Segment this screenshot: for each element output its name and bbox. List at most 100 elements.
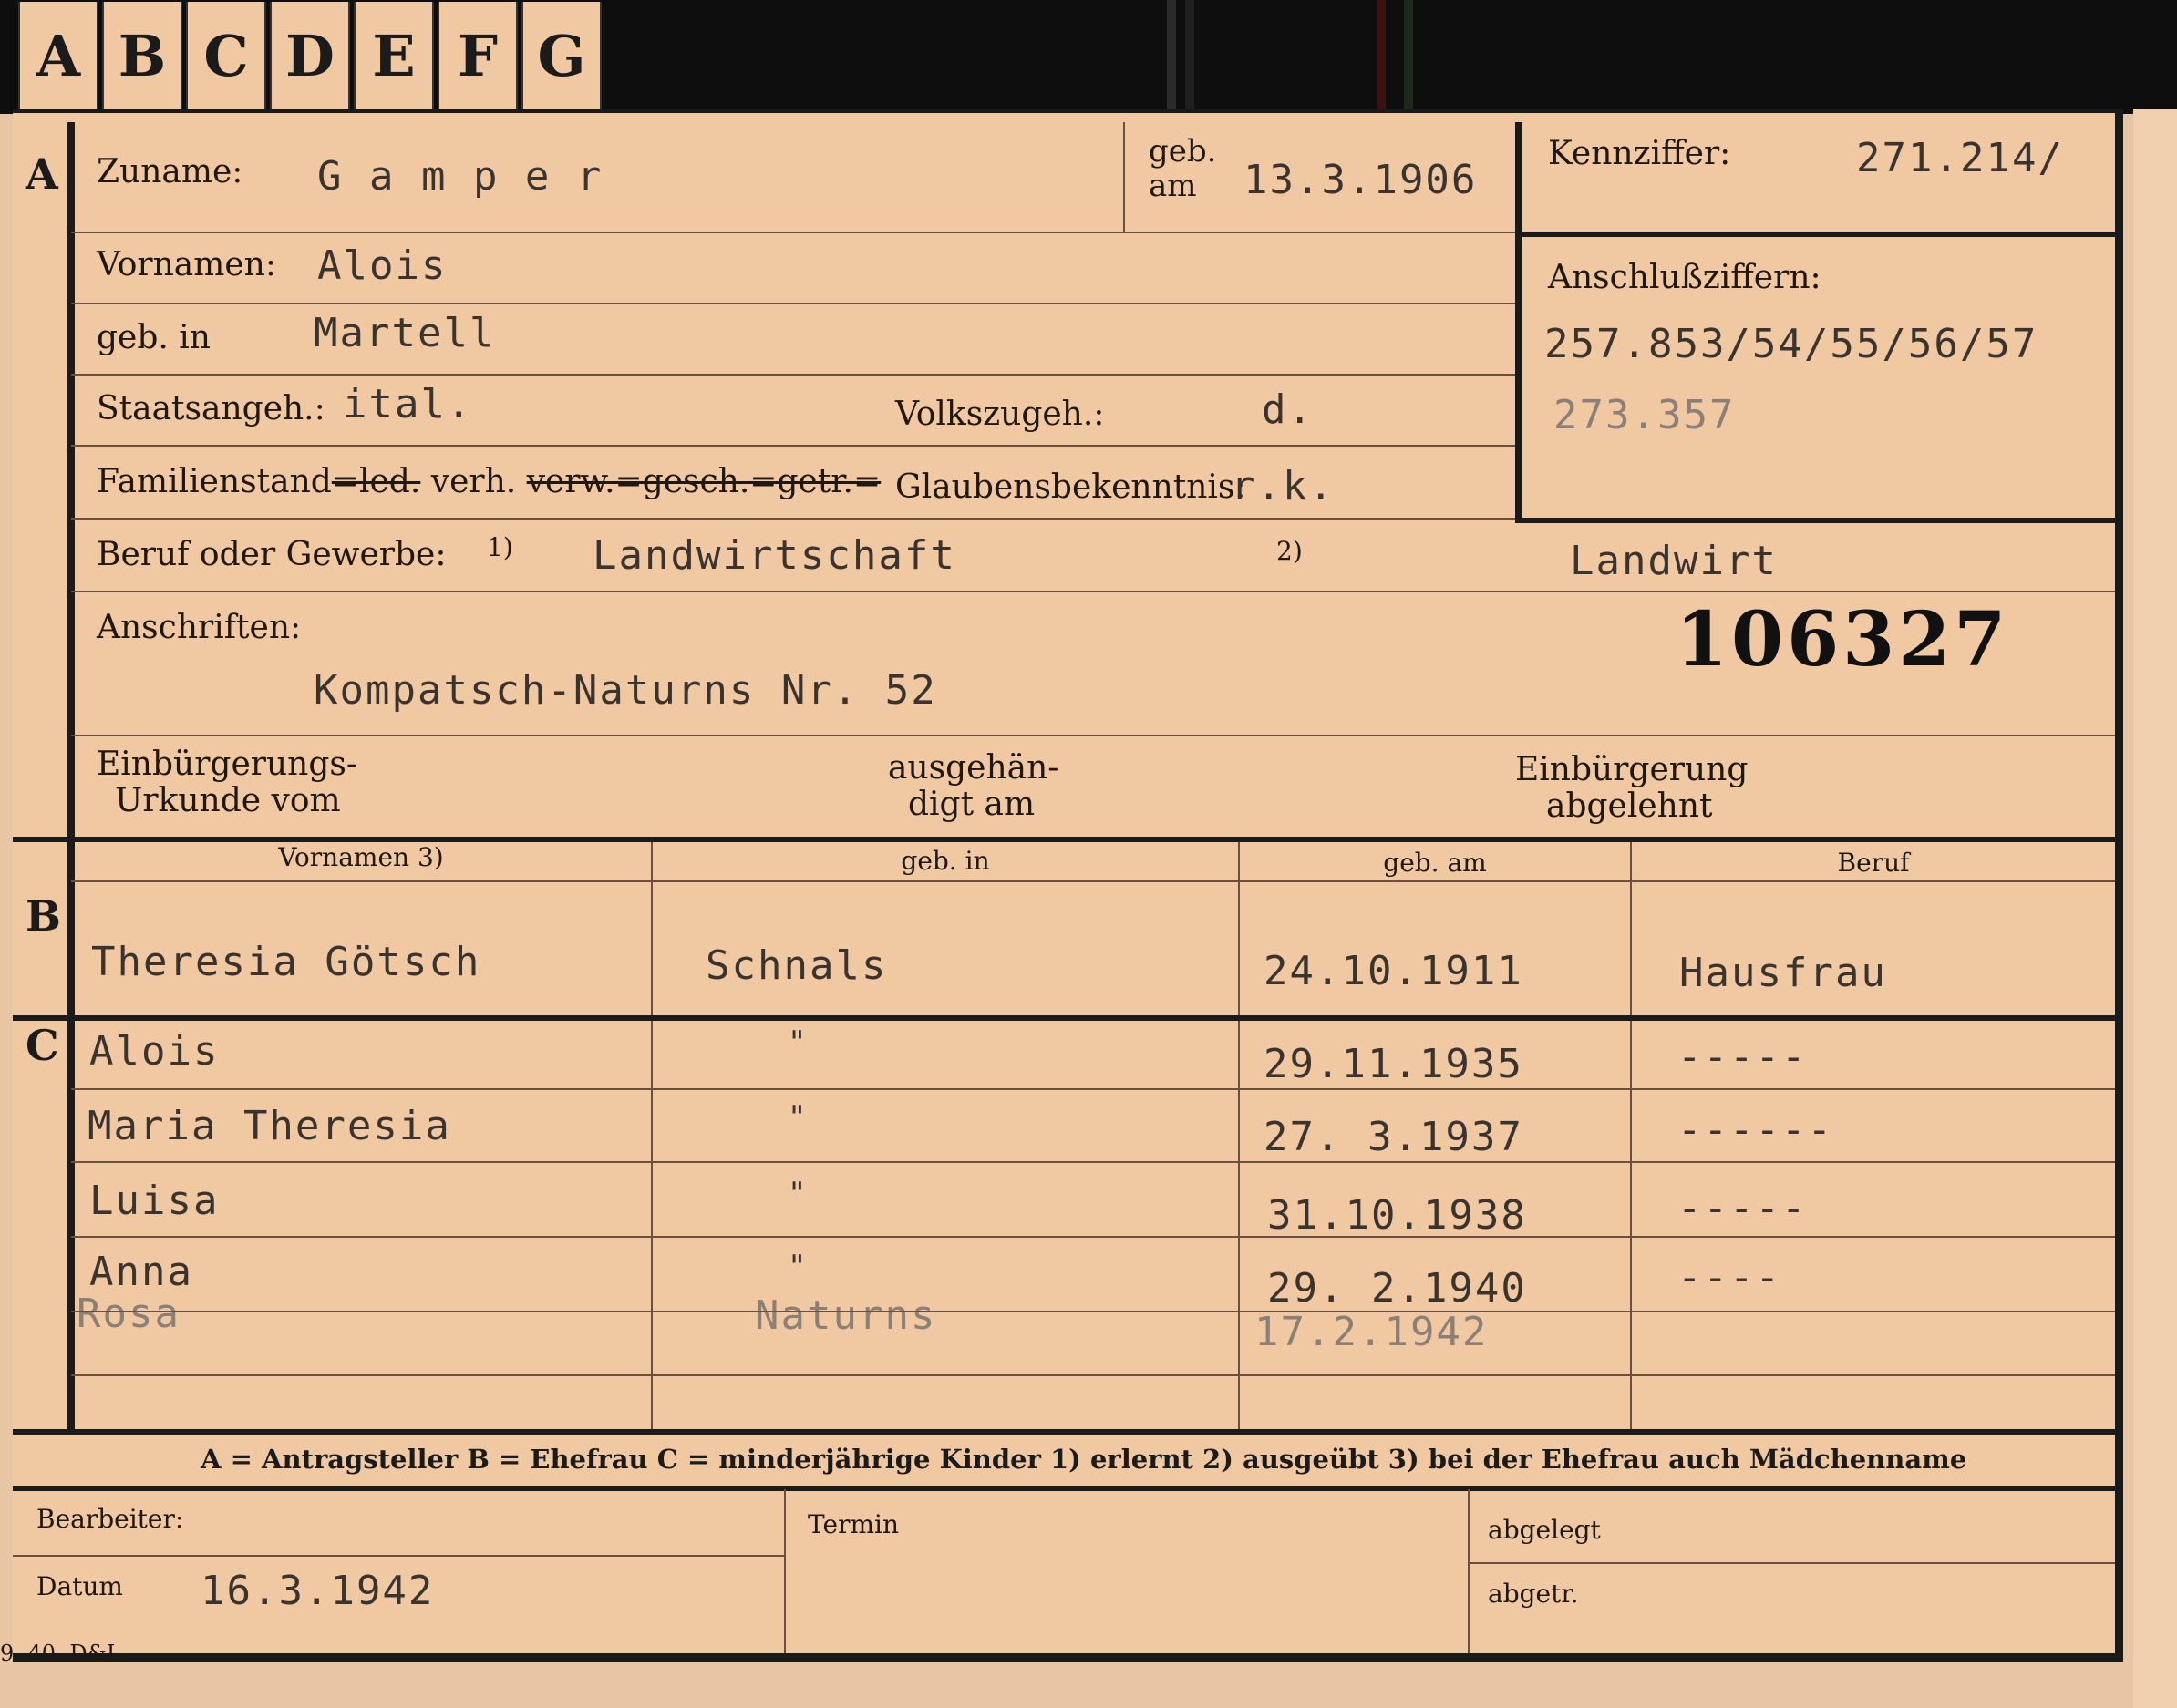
handed-over-label: digt am — [908, 786, 1036, 823]
divider — [1515, 232, 2115, 237]
section-border — [13, 1015, 2115, 1021]
background-stripe — [1167, 0, 1176, 114]
divider — [71, 880, 2115, 882]
first-names-value: Alois — [317, 242, 448, 289]
divider — [71, 1088, 2115, 1090]
occupation-learned-value: Landwirtschaft — [593, 532, 956, 579]
divider — [1515, 518, 2115, 523]
first-names-label: Vornamen: — [97, 246, 276, 283]
divider — [71, 303, 1515, 304]
child-born-on: 27. 3.1937 — [1264, 1114, 1523, 1160]
naturalization-rejected-label: Einbürgerung — [1515, 751, 1749, 788]
marital-status-row: Familienstand=led. verh. verw.=gesch.=ge… — [97, 463, 881, 500]
child-born-in: " — [788, 1024, 809, 1061]
divider — [71, 591, 2115, 592]
spouse-born-on: 24.10.1911 — [1264, 948, 1523, 994]
sent-label: abgetr. — [1488, 1579, 1579, 1609]
born-in-value: Martell — [314, 310, 496, 356]
child-born-on: 29.11.1935 — [1264, 1041, 1523, 1087]
child-born-in: " — [788, 1099, 809, 1136]
registration-card: A B C Zuname: G a m p e r geb. am 13.3.1… — [13, 109, 2123, 1662]
print-code: 9. 40. D&L — [0, 1641, 121, 1666]
naturalization-rejected-label: abgelehnt — [1546, 787, 1713, 825]
divider — [784, 1489, 786, 1653]
child-occupation: ----- — [1677, 1034, 1808, 1080]
child-born-on: 29. 2.1940 — [1267, 1265, 1527, 1312]
marital-status-value: verh. — [430, 463, 517, 500]
divider — [71, 1236, 2115, 1238]
section-border — [13, 1486, 2115, 1491]
child-name: Maria Theresia — [88, 1103, 451, 1149]
address-value: Kompatsch-Naturns Nr. 52 — [314, 667, 937, 714]
handed-over-label: ausgehän- — [888, 749, 1059, 787]
divider — [71, 735, 2115, 736]
born-on-label: geb. — [1149, 133, 1217, 170]
divider — [1123, 122, 1125, 232]
spouse-name: Theresia Götsch — [91, 939, 481, 985]
child-born-in: Naturns — [755, 1292, 937, 1339]
section-divider-c — [67, 1024, 75, 1435]
index-tabs: A B C D E F G — [18, 2, 605, 111]
background-stripe — [1404, 0, 1413, 114]
surname-label: Zuname: — [97, 153, 243, 190]
deadline-label: Termin — [808, 1509, 899, 1539]
tab-c[interactable]: C — [186, 2, 266, 109]
naturalization-doc-label: Urkunde vom — [115, 782, 341, 819]
id-label: Kennziffer: — [1548, 135, 1731, 172]
table-column-divider — [1238, 842, 1240, 1429]
child-born-in: " — [788, 1176, 809, 1212]
child-born-on: 31.10.1938 — [1267, 1192, 1527, 1239]
background-stripe — [1185, 0, 1194, 114]
tab-a[interactable]: A — [18, 2, 98, 109]
ethnicity-label: Volkszugeh.: — [895, 396, 1105, 433]
ethnicity-value: d. — [1262, 386, 1314, 433]
occupation-label: Beruf oder Gewerbe: — [97, 536, 447, 573]
card-edge — [2133, 109, 2177, 1708]
child-name: Luisa — [89, 1178, 220, 1224]
divider — [71, 1161, 2115, 1163]
naturalization-doc-label: Einbürgerungs- — [97, 746, 358, 783]
child-occupation: ------ — [1677, 1106, 1833, 1153]
born-on-label: am — [1149, 168, 1197, 204]
divider — [71, 518, 1515, 520]
section-letter-b: B — [26, 891, 61, 941]
child-name: Anna — [89, 1249, 193, 1295]
date-value: 16.3.1942 — [201, 1568, 435, 1614]
reference-box-border — [1515, 122, 1522, 523]
divider — [71, 445, 1515, 447]
legend: A = Antragsteller B = Ehefrau C = minder… — [201, 1444, 1967, 1475]
born-in-label: geb. in — [97, 319, 211, 356]
surname-value: G a m p e r — [317, 153, 604, 200]
tab-d[interactable]: D — [270, 2, 350, 109]
address-label: Anschriften: — [97, 609, 302, 646]
date-label: Datum — [36, 1571, 123, 1601]
religion-label: Glaubensbekenntnis: — [895, 468, 1246, 506]
stamp-number: 106327 — [1676, 596, 2010, 684]
divider — [71, 1374, 2115, 1376]
tab-b[interactable]: B — [102, 2, 182, 109]
citizenship-label: Staatsangeh.: — [97, 390, 325, 427]
clerk-label: Bearbeiter: — [36, 1504, 184, 1534]
table-header-born-in: geb. in — [901, 846, 990, 876]
footnote-marker: 2) — [1276, 536, 1303, 566]
divider — [71, 374, 1515, 376]
child-born-on: 17.2.1942 — [1254, 1309, 1489, 1355]
child-name: Rosa — [77, 1291, 181, 1337]
citizenship-value: ital. — [343, 381, 473, 427]
id-value: 271.214/ — [1856, 135, 2064, 181]
divider — [1468, 1562, 2115, 1564]
table-column-divider — [651, 842, 653, 1429]
tab-f[interactable]: F — [438, 2, 518, 109]
divider — [71, 232, 1515, 233]
child-occupation: ----- — [1677, 1185, 1808, 1231]
child-born-in: " — [788, 1249, 809, 1285]
tab-g[interactable]: G — [521, 2, 602, 109]
spouse-occupation: Hausfrau — [1679, 950, 1887, 996]
divider — [71, 1311, 2115, 1312]
linked-ids-label: Anschlußziffern: — [1548, 259, 1821, 296]
section-letter-c: C — [26, 1021, 59, 1070]
divider — [1468, 1489, 1470, 1653]
tab-e[interactable]: E — [354, 2, 434, 109]
table-header-first-names: Vornamen 3) — [278, 842, 444, 872]
linked-ids-extra: 273.357 — [1553, 392, 1736, 438]
